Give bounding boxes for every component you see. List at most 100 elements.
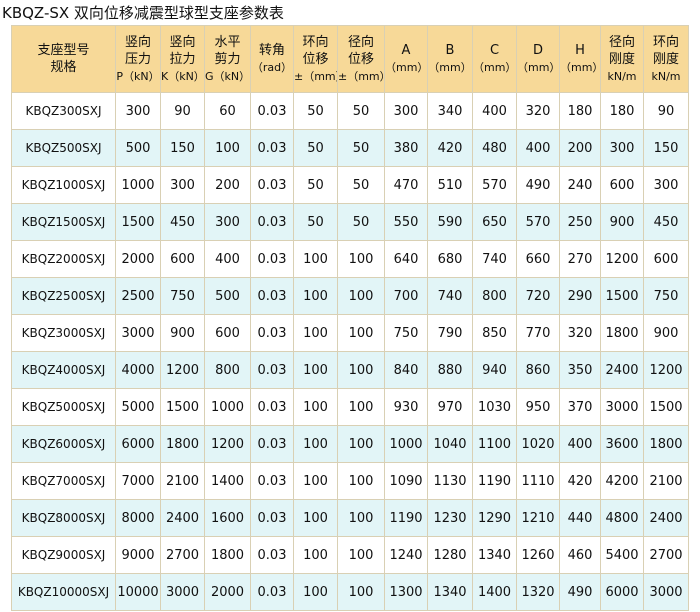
- cell-dim-h: 370: [559, 388, 601, 426]
- cell-circumferential-displacement: 100: [293, 388, 338, 426]
- cell-dim-d: 1210: [516, 499, 560, 537]
- cell-radial-displacement: 100: [337, 499, 385, 537]
- cell-dim-c: 1340: [472, 536, 517, 574]
- cell-circumferential-stiffness: 900: [643, 314, 689, 352]
- table-row: KBQZ2500SXJ 2500 750 500 0.03 100 100 700 740 800…: [11, 277, 689, 315]
- cell-model: KBQZ5000SXJ: [11, 388, 116, 426]
- cell-dim-d: 950: [516, 388, 560, 426]
- cell-dim-b: 590: [427, 203, 473, 241]
- cell-dim-c: 1290: [472, 499, 517, 537]
- cell-dim-b: 790: [427, 314, 473, 352]
- cell-radial-stiffness: 4200: [600, 462, 644, 500]
- cell-dim-b: 740: [427, 277, 473, 315]
- cell-dim-c: 400: [472, 92, 517, 130]
- cell-rotation: 0.03: [250, 203, 294, 241]
- cell-horizontal-shear: 200: [204, 166, 251, 204]
- cell-vertical-pressure: 5000: [115, 388, 161, 426]
- cell-dim-h: 350: [559, 351, 601, 389]
- cell-dim-c: 570: [472, 166, 517, 204]
- cell-horizontal-shear: 1600: [204, 499, 251, 537]
- cell-vertical-tension: 1500: [160, 388, 205, 426]
- cell-horizontal-shear: 800: [204, 351, 251, 389]
- cell-vertical-pressure: 4000: [115, 351, 161, 389]
- header-dim-h: H （mm）: [559, 25, 601, 93]
- cell-radial-displacement: 100: [337, 314, 385, 352]
- cell-vertical-tension: 150: [160, 129, 205, 167]
- cell-model: KBQZ1000SXJ: [11, 166, 116, 204]
- cell-vertical-tension: 450: [160, 203, 205, 241]
- cell-dim-b: 680: [427, 240, 473, 278]
- cell-dim-a: 380: [384, 129, 428, 167]
- parameter-table: 支座型号 规格 竖向 压力 P（kN） 竖向 拉力 K（kN） 水平 剪力 G（…: [11, 25, 689, 611]
- header-radial-stiffness: 径向 刚度 kN/m: [600, 25, 644, 93]
- cell-vertical-tension: 1200: [160, 351, 205, 389]
- table-row: KBQZ10000SXJ 10000 3000 2000 0.03 100 100 1300 1…: [11, 573, 689, 611]
- cell-circumferential-stiffness: 150: [643, 129, 689, 167]
- cell-rotation: 0.03: [250, 92, 294, 130]
- cell-radial-stiffness: 1500: [600, 277, 644, 315]
- cell-radial-stiffness: 300: [600, 129, 644, 167]
- table-row: KBQZ8000SXJ 8000 2400 1600 0.03 100 100 1190 123…: [11, 499, 689, 537]
- cell-dim-d: 490: [516, 166, 560, 204]
- cell-model: KBQZ500SXJ: [11, 129, 116, 167]
- cell-horizontal-shear: 300: [204, 203, 251, 241]
- cell-dim-c: 1190: [472, 462, 517, 500]
- cell-dim-h: 320: [559, 314, 601, 352]
- cell-circumferential-displacement: 100: [293, 240, 338, 278]
- cell-rotation: 0.03: [250, 240, 294, 278]
- cell-vertical-pressure: 3000: [115, 314, 161, 352]
- cell-circumferential-displacement: 50: [293, 92, 338, 130]
- cell-horizontal-shear: 2000: [204, 573, 251, 611]
- cell-dim-c: 1400: [472, 573, 517, 611]
- cell-dim-d: 720: [516, 277, 560, 315]
- cell-dim-a: 930: [384, 388, 428, 426]
- cell-vertical-pressure: 500: [115, 129, 161, 167]
- cell-dim-c: 940: [472, 351, 517, 389]
- cell-dim-b: 1340: [427, 573, 473, 611]
- cell-dim-d: 860: [516, 351, 560, 389]
- header-dim-a: A （mm）: [384, 25, 428, 93]
- cell-dim-h: 270: [559, 240, 601, 278]
- header-dim-c: C （mm）: [472, 25, 517, 93]
- cell-horizontal-shear: 500: [204, 277, 251, 315]
- cell-circumferential-displacement: 100: [293, 536, 338, 574]
- cell-dim-d: 660: [516, 240, 560, 278]
- cell-circumferential-displacement: 100: [293, 499, 338, 537]
- cell-rotation: 0.03: [250, 536, 294, 574]
- header-vertical-tension: 竖向 拉力 K（kN）: [160, 25, 205, 93]
- cell-dim-a: 840: [384, 351, 428, 389]
- cell-dim-h: 420: [559, 462, 601, 500]
- cell-rotation: 0.03: [250, 314, 294, 352]
- cell-dim-a: 1300: [384, 573, 428, 611]
- cell-vertical-pressure: 300: [115, 92, 161, 130]
- cell-dim-h: 490: [559, 573, 601, 611]
- table-body: KBQZ300SXJ 300 90 60 0.03 50 50 300 340 400 320 180…: [11, 92, 689, 611]
- cell-circumferential-stiffness: 1800: [643, 425, 689, 463]
- cell-circumferential-stiffness: 2400: [643, 499, 689, 537]
- cell-rotation: 0.03: [250, 388, 294, 426]
- cell-dim-b: 970: [427, 388, 473, 426]
- cell-horizontal-shear: 600: [204, 314, 251, 352]
- cell-radial-displacement: 100: [337, 388, 385, 426]
- cell-vertical-pressure: 1500: [115, 203, 161, 241]
- cell-dim-d: 400: [516, 129, 560, 167]
- cell-vertical-pressure: 7000: [115, 462, 161, 500]
- cell-rotation: 0.03: [250, 425, 294, 463]
- cell-horizontal-shear: 1000: [204, 388, 251, 426]
- cell-radial-displacement: 50: [337, 166, 385, 204]
- cell-dim-a: 700: [384, 277, 428, 315]
- cell-dim-h: 250: [559, 203, 601, 241]
- header-model: 支座型号 规格: [11, 25, 116, 93]
- cell-vertical-tension: 300: [160, 166, 205, 204]
- header-radial-displacement: 径向 位移 ±（mm）: [337, 25, 385, 93]
- cell-circumferential-stiffness: 750: [643, 277, 689, 315]
- cell-dim-a: 300: [384, 92, 428, 130]
- cell-circumferential-stiffness: 1500: [643, 388, 689, 426]
- cell-horizontal-shear: 60: [204, 92, 251, 130]
- cell-radial-stiffness: 3600: [600, 425, 644, 463]
- header-horizontal-shear: 水平 剪力 G（kN）: [204, 25, 251, 93]
- table-row: KBQZ1000SXJ 1000 300 200 0.03 50 50 470 510 570 49…: [11, 166, 689, 204]
- cell-dim-h: 200: [559, 129, 601, 167]
- cell-horizontal-shear: 1800: [204, 536, 251, 574]
- cell-rotation: 0.03: [250, 166, 294, 204]
